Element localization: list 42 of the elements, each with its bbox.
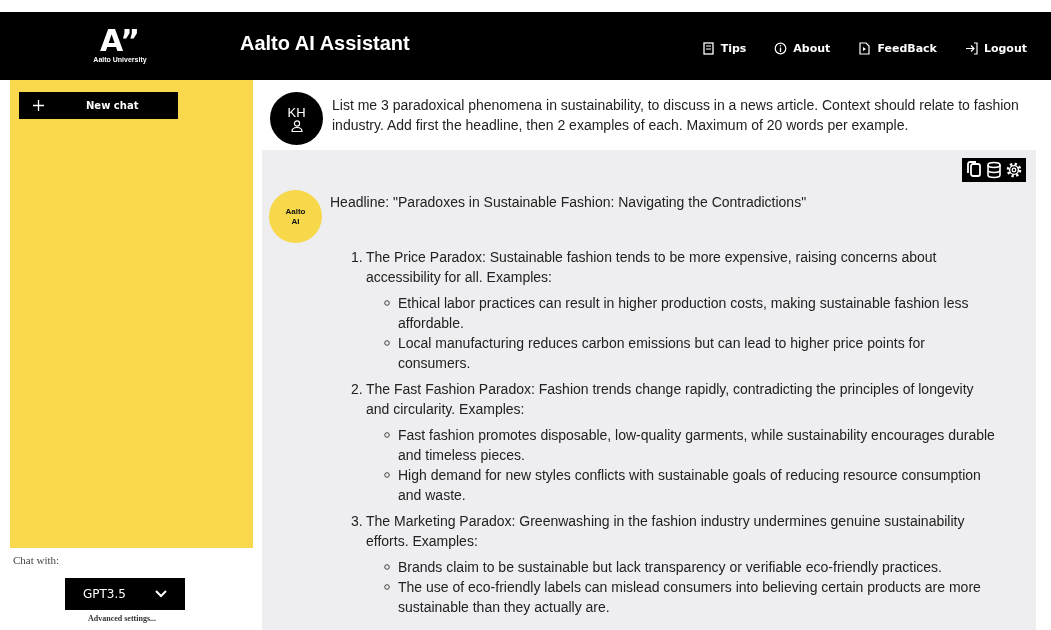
document-icon bbox=[858, 42, 872, 55]
example-text: Ethical labor practices can result in higher production costs, making sustainable fashion less affordable. bbox=[398, 294, 970, 333]
model-dropdown[interactable]: GPT3.5 bbox=[65, 578, 185, 610]
info-icon bbox=[774, 42, 788, 55]
plus-icon bbox=[33, 100, 44, 111]
headline-text: Headline: "Paradoxes in Sustainable Fashion: Navigating the Contradictions" bbox=[330, 194, 807, 210]
nav-link[interactable]: FeedBack bbox=[858, 42, 937, 55]
chat-with-label: Chat with: bbox=[13, 554, 61, 566]
chevron-down-icon bbox=[155, 590, 167, 598]
bullet-icon bbox=[384, 300, 390, 306]
database-icon[interactable] bbox=[985, 161, 1003, 179]
example-text: The use of eco-friendly labels can mislead consumers into believing certain products are more sustainable than they actually are. bbox=[398, 578, 982, 617]
user-avatar: KH bbox=[270, 92, 323, 145]
logo: A” bbox=[99, 26, 141, 56]
example-text: Brands claim to be sustainable but lack transparency or verifiable eco-friendly practices. bbox=[398, 558, 943, 577]
nav-link[interactable]: Tips bbox=[701, 42, 747, 55]
example-text: Local manufacturing reduces carbon emissions but can lead to higher price points for consumers. bbox=[398, 334, 926, 373]
list-number: 2. bbox=[351, 380, 364, 399]
bullet-icon bbox=[384, 472, 390, 478]
person-icon bbox=[290, 119, 303, 132]
logout-icon bbox=[964, 42, 978, 55]
app-title: Aalto AI Assistant bbox=[240, 32, 411, 55]
paradox-text: The Fast Fashion Paradox: Fashion trends change rapidly, contradicting the principles of longevity and circularity. Examples: bbox=[366, 380, 975, 419]
paradox-text: The Marketing Paradox: Greenwashing in the fashion industry undermines genuine sustainability efforts. Examples: bbox=[366, 512, 966, 551]
example-text: Fast fashion promotes disposable, low-quality garments, while sustainability encourages durable and timeless pieces. bbox=[398, 426, 996, 465]
bullet-icon bbox=[384, 564, 390, 570]
ai-avatar: Aalto AI bbox=[269, 190, 322, 243]
new-chat-button[interactable]: New chat bbox=[19, 92, 178, 119]
bullet-icon bbox=[384, 432, 390, 438]
nav-link[interactable]: Logout bbox=[964, 42, 1027, 55]
list-number: 3. bbox=[351, 512, 364, 531]
advanced-settings-link[interactable]: Advanced settings... bbox=[88, 614, 253, 623]
book-icon bbox=[701, 42, 715, 55]
paradox-text: The Price Paradox: Sustainable fashion tends to be more expensive, raising concerns about accessibility for all. Examples: bbox=[366, 248, 938, 287]
bullet-icon bbox=[384, 584, 390, 590]
settings-icon[interactable] bbox=[1005, 161, 1023, 179]
prompt-text: List me 3 paradoxical phenomena in sustainability, to discuss in a news article. Context should relate to fashion industry. Add first the headline, then 2 examples of each. Maximum of 20 words per example. bbox=[332, 96, 1020, 135]
copy-icon[interactable] bbox=[965, 161, 983, 179]
nav-link[interactable]: About bbox=[774, 42, 831, 55]
list-number: 1. bbox=[351, 248, 364, 267]
example-text: High demand for new styles conflicts with sustainable goals of reducing resource consumption and waste. bbox=[398, 466, 982, 505]
bullet-icon bbox=[384, 340, 390, 346]
